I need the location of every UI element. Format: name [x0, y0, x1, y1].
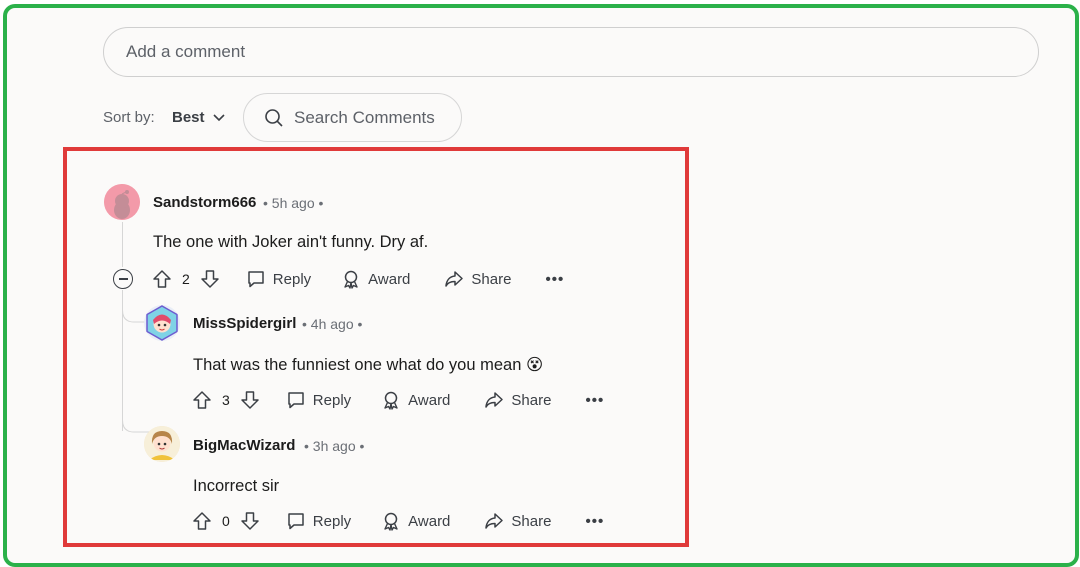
reply-icon	[286, 511, 306, 531]
award-label: Award	[368, 270, 411, 288]
comment-time: 3h ago	[312, 438, 356, 454]
share-label: Share	[511, 391, 552, 409]
share-icon	[484, 390, 504, 410]
share-label: Share	[511, 512, 552, 530]
comment-body: That was the funniest one what do you me…	[193, 356, 544, 374]
spidergirl-avatar-icon	[146, 305, 178, 341]
sort-label: Sort by:	[103, 109, 155, 126]
reply-button[interactable]: Reply	[286, 390, 351, 410]
award-icon	[381, 390, 401, 410]
comment-body: Incorrect sir	[193, 477, 280, 495]
comment-author[interactable]: BigMacWizard	[193, 437, 295, 454]
award-label: Award	[408, 512, 451, 530]
avatar[interactable]	[104, 184, 140, 220]
reply-label: Reply	[312, 512, 352, 530]
comment-author[interactable]: MissSpidergirl	[193, 315, 296, 332]
search-icon	[264, 108, 284, 128]
more-options-icon: •••	[545, 270, 565, 288]
chevron-down-icon	[212, 113, 225, 122]
reply-label: Reply	[312, 391, 352, 409]
award-button[interactable]: Award	[341, 269, 410, 289]
add-comment-input[interactable]	[124, 41, 1008, 63]
award-button[interactable]: Award	[381, 511, 450, 531]
reply-label: Reply	[272, 270, 312, 288]
comment-body: The one with Joker ain't funny. Dry af.	[153, 233, 429, 251]
upvote-icon[interactable]	[192, 511, 212, 531]
more-options-button[interactable]: •••	[585, 513, 604, 530]
downvote-icon[interactable]	[240, 511, 260, 531]
award-icon	[381, 511, 401, 531]
more-options-icon: •••	[585, 391, 605, 409]
search-comments-box[interactable]: Search Comments	[243, 93, 462, 142]
more-options-button[interactable]: •••	[585, 392, 604, 409]
vote-count: 0	[222, 513, 230, 529]
vote-group: 3	[192, 390, 260, 410]
reply-icon	[246, 269, 266, 289]
vote-count: 2	[182, 271, 190, 287]
comment-author[interactable]: Sandstorm666	[153, 194, 256, 211]
more-options-button[interactable]: •••	[545, 271, 564, 288]
vote-count: 3	[222, 392, 230, 408]
comment-actions: 2 Reply Award Share •••	[152, 267, 564, 291]
award-button[interactable]: Award	[381, 390, 450, 410]
snoo-avatar-icon	[104, 184, 140, 220]
downvote-icon[interactable]	[240, 390, 260, 410]
comment-actions: 0 Reply Award Share •••	[192, 509, 604, 533]
comment-time: 5h ago	[271, 195, 315, 211]
award-icon	[341, 269, 361, 289]
sort-value: Best	[172, 109, 205, 126]
avatar[interactable]	[144, 305, 180, 341]
comment-actions: 3 Reply Award Share •••	[192, 388, 604, 412]
downvote-icon[interactable]	[200, 269, 220, 289]
sort-dropdown[interactable]: Best	[172, 109, 225, 126]
reply-button[interactable]: Reply	[246, 269, 311, 289]
add-comment-box[interactable]	[103, 27, 1039, 77]
share-label: Share	[471, 270, 512, 288]
thread-line	[122, 222, 123, 267]
wizard-avatar-icon	[144, 426, 180, 462]
collapse-thread-button[interactable]	[113, 269, 133, 289]
upvote-icon[interactable]	[192, 390, 212, 410]
more-options-icon: •••	[585, 512, 605, 530]
upvote-icon[interactable]	[152, 269, 172, 289]
share-icon	[484, 511, 504, 531]
comment-meta: • 5h ago •	[263, 195, 324, 211]
share-button[interactable]: Share	[484, 511, 551, 531]
comment-meta: • 3h ago •	[304, 438, 365, 454]
vote-group: 0	[192, 511, 260, 531]
share-icon	[444, 269, 464, 289]
avatar[interactable]	[144, 426, 180, 462]
award-label: Award	[408, 391, 451, 409]
vote-group: 2	[152, 269, 220, 289]
comment-meta: • 4h ago •	[302, 316, 363, 332]
reply-button[interactable]: Reply	[286, 511, 351, 531]
share-button[interactable]: Share	[444, 269, 511, 289]
share-button[interactable]: Share	[484, 390, 551, 410]
search-placeholder: Search Comments	[294, 107, 435, 127]
comment-time: 4h ago	[310, 316, 354, 332]
reply-icon	[286, 390, 306, 410]
